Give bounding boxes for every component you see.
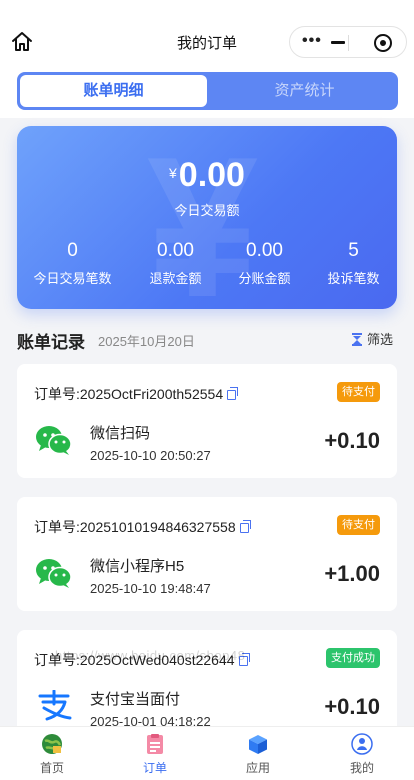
tabbar-label: 首页 bbox=[39, 761, 64, 775]
filter-label: 筛选 bbox=[367, 332, 394, 347]
order-number-value: 20251010194846327558 bbox=[79, 519, 236, 535]
order-number-prefix: 订单号: bbox=[34, 519, 80, 535]
bottom-tab-bar: 首页 订单 应用 我的 bbox=[0, 726, 414, 780]
profile-icon bbox=[351, 733, 373, 755]
order-number-value: 2025OctFri200th52554 bbox=[79, 386, 224, 402]
stat-complaints: 5 投诉笔数 bbox=[306, 240, 397, 287]
order-number: 订单号:2025OctFri200th52554 bbox=[34, 384, 239, 404]
stat-value: 5 bbox=[348, 240, 359, 261]
filter-button[interactable]: 筛选 bbox=[352, 329, 393, 348]
order-card[interactable]: 订单号:2025OctFri200th52554 待支付 微信扫码 2025-1… bbox=[17, 364, 397, 478]
order-icon bbox=[144, 733, 166, 755]
nav-bar: 我的订单 ••• bbox=[0, 0, 414, 62]
today-amount: ¥0.00 bbox=[17, 156, 397, 195]
order-card[interactable]: 订单号:20251010194846327558 待支付 微信小程序H5 202… bbox=[17, 497, 397, 611]
tabbar-item-orders[interactable]: 订单 bbox=[120, 733, 190, 776]
stat-label: 今日交易笔数 bbox=[33, 271, 112, 286]
apps-cube-icon bbox=[247, 733, 269, 755]
summary-card: ¥ ¥0.00 今日交易额 0 今日交易笔数 0.00 退款金额 0.00 分账… bbox=[17, 126, 397, 309]
stat-split: 0.00 分账金额 bbox=[217, 240, 312, 287]
tabbar-item-profile[interactable]: 我的 bbox=[327, 733, 397, 776]
tabbar-label: 应用 bbox=[245, 761, 270, 775]
status-badge: 支付成功 bbox=[326, 648, 380, 668]
order-amount: +1.00 bbox=[324, 561, 380, 586]
currency-symbol: ¥ bbox=[169, 165, 177, 181]
tab-asset-stats[interactable]: 资产统计 bbox=[214, 75, 395, 107]
order-time: 2025-10-10 20:50:27 bbox=[90, 448, 211, 463]
segmented-tabs: 账单明细 资产统计 bbox=[17, 72, 398, 110]
tabbar-item-home[interactable]: 首页 bbox=[17, 733, 87, 776]
alipay-icon bbox=[35, 689, 73, 722]
stat-label: 分账金额 bbox=[238, 271, 291, 286]
stat-label: 投诉笔数 bbox=[327, 271, 380, 286]
order-amount: +0.10 bbox=[324, 694, 380, 719]
tabbar-label: 我的 bbox=[349, 761, 374, 775]
stat-refund: 0.00 退款金额 bbox=[128, 240, 223, 287]
today-amount-value: 0.00 bbox=[178, 156, 245, 194]
close-circle-icon[interactable] bbox=[374, 34, 392, 52]
wechat-icon bbox=[35, 424, 73, 456]
stat-value: 0.00 bbox=[246, 240, 283, 261]
status-badge: 待支付 bbox=[337, 515, 380, 535]
records-date[interactable]: 2025年10月20日 bbox=[98, 331, 195, 350]
today-amount-label: 今日交易额 bbox=[174, 203, 240, 218]
stat-today-count: 0 今日交易笔数 bbox=[25, 240, 120, 287]
order-time: 2025-10-10 19:48:47 bbox=[90, 581, 211, 596]
payment-method: 微信小程序H5 bbox=[90, 558, 185, 575]
home-globe-icon bbox=[41, 733, 63, 755]
wechat-icon bbox=[35, 557, 73, 589]
mini-program-capsule: ••• bbox=[289, 26, 407, 58]
minimize-icon[interactable] bbox=[331, 41, 345, 44]
stat-value: 0 bbox=[67, 240, 78, 261]
more-icon[interactable]: ••• bbox=[302, 33, 326, 49]
tabbar-label: 订单 bbox=[142, 761, 167, 775]
tab-bill-details[interactable]: 账单明细 bbox=[20, 75, 207, 107]
filter-icon bbox=[352, 333, 362, 346]
tabbar-item-apps[interactable]: 应用 bbox=[223, 733, 293, 776]
order-amount: +0.10 bbox=[324, 428, 380, 453]
order-number-prefix: 订单号: bbox=[34, 386, 80, 402]
capsule-divider bbox=[348, 35, 349, 51]
payment-method: 支付宝当面付 bbox=[90, 691, 181, 708]
stat-label: 退款金额 bbox=[149, 271, 202, 286]
copy-icon[interactable] bbox=[239, 520, 251, 533]
copy-icon[interactable] bbox=[227, 387, 239, 400]
url-watermark-overlay: https://www.baidu.com/shop48 bbox=[55, 648, 246, 663]
payment-method: 微信扫码 bbox=[90, 425, 151, 442]
status-badge: 待支付 bbox=[337, 382, 380, 402]
records-title: 账单记录 bbox=[17, 333, 85, 352]
tabs-bar: 账单明细 资产统计 bbox=[0, 62, 414, 118]
stat-value: 0.00 bbox=[157, 240, 194, 261]
order-number: 订单号:20251010194846327558 bbox=[34, 517, 251, 537]
